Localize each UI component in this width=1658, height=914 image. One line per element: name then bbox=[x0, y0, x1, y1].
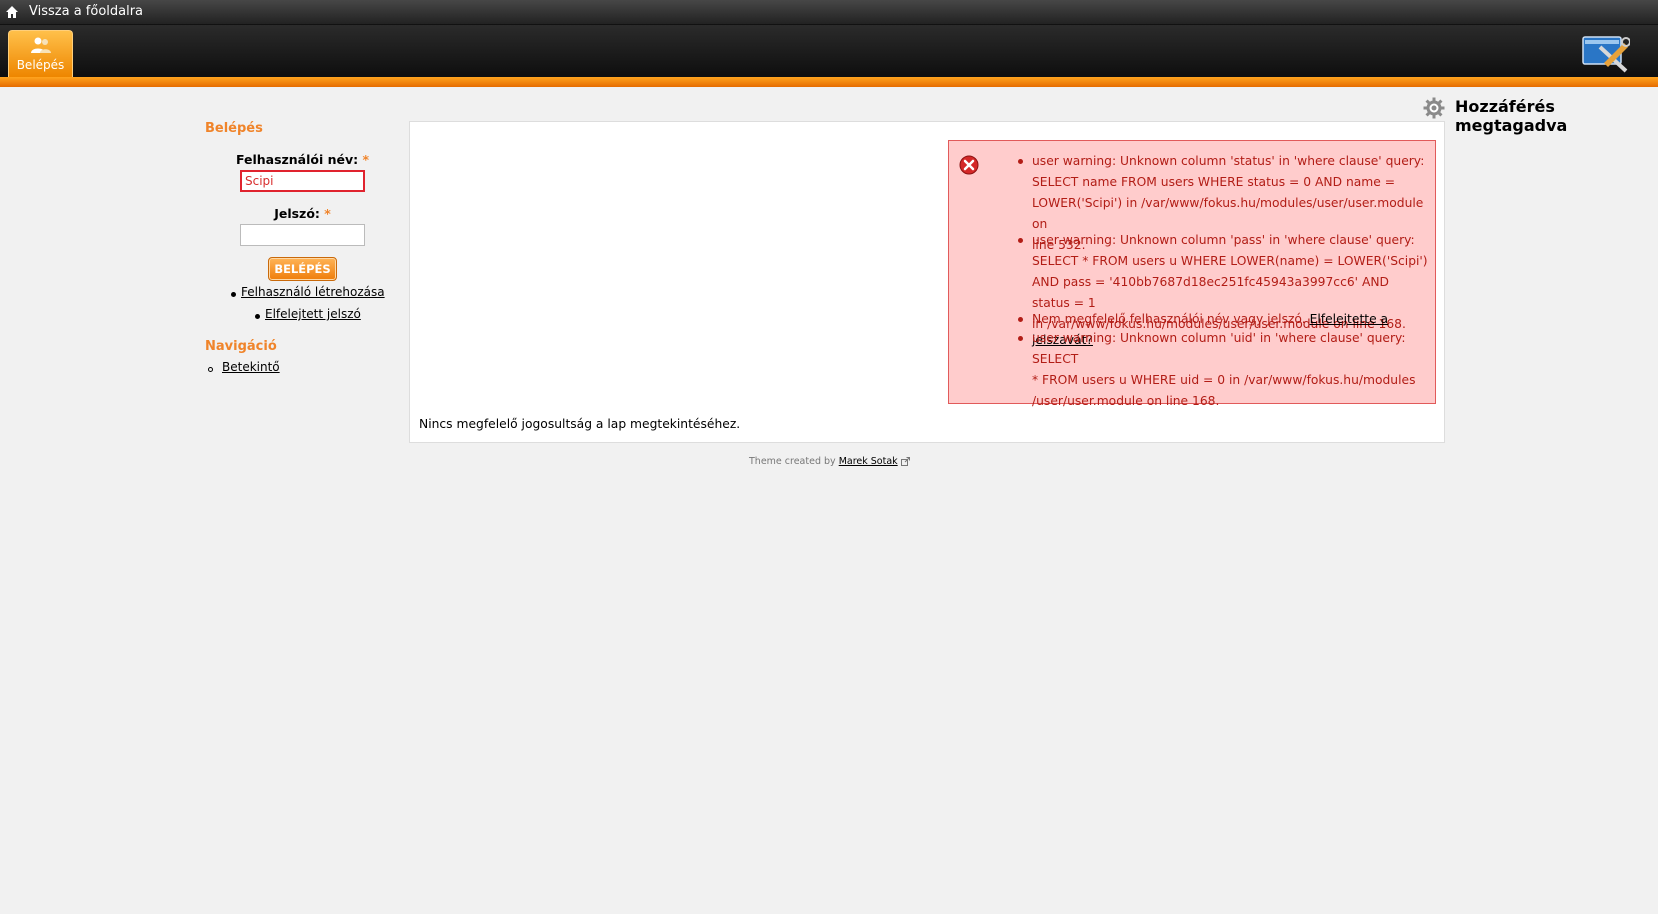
external-link-icon bbox=[900, 457, 910, 466]
message-line: user warning: Unknown column 'uid' in 'w… bbox=[1032, 331, 1406, 366]
password-label: Jelszó: * bbox=[205, 206, 400, 221]
list-bullet bbox=[231, 292, 236, 297]
message-line: /user/user.module on line 168. bbox=[1032, 394, 1220, 408]
login-links: Felhasználó létrehozása Elfelejtett jels… bbox=[205, 283, 400, 329]
password-field[interactable] bbox=[240, 224, 365, 246]
error-message: user warning: Unknown column 'uid' in 'w… bbox=[1018, 328, 1430, 412]
home-icon[interactable] bbox=[5, 5, 19, 19]
tab-login[interactable]: Belépés bbox=[8, 30, 73, 77]
create-account-link[interactable]: Felhasználó létrehozása bbox=[241, 285, 385, 299]
list-bullet bbox=[1018, 159, 1023, 164]
forgot-password-link[interactable]: Elfelejtett jelszó bbox=[265, 307, 361, 321]
error-messages: user warning: Unknown column 'status' in… bbox=[948, 140, 1436, 408]
username-label: Felhasználói név: * bbox=[205, 152, 400, 167]
message-line: SELECT * FROM users u WHERE LOWER(name) … bbox=[1032, 254, 1428, 268]
tab-login-label: Belépés bbox=[16, 58, 65, 72]
message-text: Nem megfelelő felhasználói név vagy jels… bbox=[1032, 312, 1306, 326]
header bbox=[0, 25, 1658, 77]
list-bullet bbox=[255, 314, 260, 319]
message-line: * FROM users u WHERE uid = 0 in /var/www… bbox=[1032, 373, 1416, 387]
login-block-title: Belépés bbox=[205, 121, 263, 136]
page-title: Hozzáférés megtagadva bbox=[1455, 97, 1568, 135]
footer: Theme created by Marek Sotak bbox=[749, 456, 910, 467]
message-line: AND pass = '410bb7687d18ec251fc45943a399… bbox=[1032, 275, 1390, 310]
admin-tools-icon[interactable] bbox=[1582, 33, 1630, 73]
navigation-block-title: Navigáció bbox=[205, 339, 277, 354]
main-content: user warning: Unknown column 'status' in… bbox=[409, 121, 1445, 443]
top-bar: Vissza a főoldalra bbox=[0, 0, 1658, 25]
login-button[interactable]: BELÉPÉS bbox=[268, 257, 337, 281]
list-bullet bbox=[1018, 317, 1023, 322]
message-line: user warning: Unknown column 'pass' in '… bbox=[1032, 233, 1415, 247]
gear-icon bbox=[1423, 97, 1445, 119]
navigation-list: Betekintő bbox=[205, 360, 400, 380]
access-denied-text: Nincs megfelelő jogosultság a lap megtek… bbox=[419, 417, 741, 431]
message-line: user warning: Unknown column 'status' in… bbox=[1032, 154, 1425, 168]
nav-item-betekinto[interactable]: Betekintő bbox=[222, 360, 280, 374]
footer-prefix: Theme created by bbox=[749, 456, 836, 467]
list-bullet bbox=[1018, 238, 1023, 243]
sidebar: Belépés Felhasználói név: * Jelszó: * BE… bbox=[205, 121, 400, 380]
message-line: LOWER('Scipi') in /var/www/fokus.hu/modu… bbox=[1032, 196, 1424, 231]
theme-author-link[interactable]: Marek Sotak bbox=[839, 456, 898, 467]
required-mark: * bbox=[362, 152, 370, 167]
message-line: SELECT name FROM users WHERE status = 0 … bbox=[1032, 175, 1396, 189]
username-label-text: Felhasználói név: bbox=[235, 152, 359, 167]
password-label-text: Jelszó: bbox=[274, 206, 320, 221]
error-icon bbox=[959, 155, 979, 175]
list-bullet bbox=[1018, 336, 1023, 341]
required-mark: * bbox=[324, 206, 331, 221]
user-login-icon bbox=[31, 37, 51, 53]
list-bullet bbox=[208, 367, 213, 372]
back-to-home-link[interactable]: Vissza a főoldalra bbox=[29, 4, 143, 19]
username-field[interactable] bbox=[240, 170, 365, 192]
header-accent-strip bbox=[0, 77, 1658, 87]
